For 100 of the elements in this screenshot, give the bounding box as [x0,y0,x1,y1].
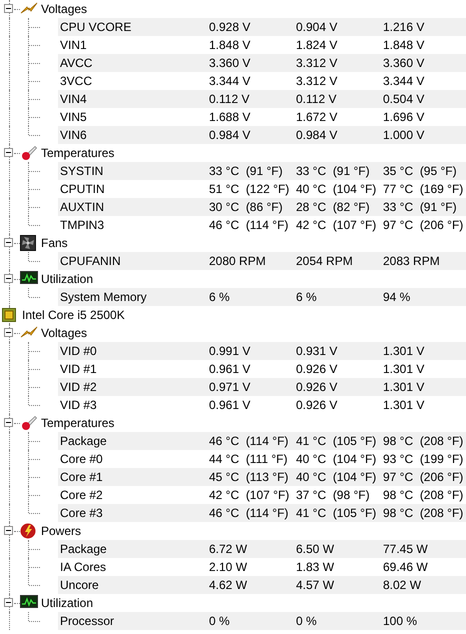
group-label[interactable]: Voltages [41,0,88,18]
group-label[interactable]: Utilization [41,594,94,612]
sensor-min: 1.824 V [296,37,338,54]
sensor-max: 100 % [383,612,466,630]
sensor-min: 0.926 V [296,378,383,396]
group-label[interactable]: Temperatures [41,414,114,432]
sensor-max: 94 % [383,288,466,306]
sensor-name: SYSTIN [58,162,209,180]
sensor-min: 41 °C (105 °F) [296,432,383,450]
sensor-name: Processor [58,612,209,630]
sensor-value: 0.991 V [209,342,296,360]
sensor-name: CPUTIN [59,181,106,198]
sensor-name: CPUFANIN [58,252,209,270]
sensor-max: 77.45 W [383,540,466,558]
sensor-min: 0.112 V [296,90,383,108]
sensor-value: 3.360 V [209,54,296,72]
sensor-name: VIN4 [58,90,209,108]
sensor-max: 33 °C (91 °F) [383,198,466,216]
sensor-max: 98 °C (208 °F) [383,504,466,522]
sensor-max: 93 °C (199 °F) [383,451,464,468]
sensor-min: 3.312 V [296,73,338,90]
sensor-name: VIN5 [59,109,88,126]
lightning-icon [20,1,38,15]
sensor-max: 77 °C (169 °F) [383,181,464,198]
collapse-toggle[interactable] [4,526,13,535]
group-label[interactable]: Fans [41,234,68,252]
sensor-name: AVCC [58,54,209,72]
sensor-max: 1.848 V [383,37,426,54]
sensor-name: VIN6 [58,126,209,144]
sensor-name: VID #0 [58,342,209,360]
sensor-max: 1.216 V [383,18,466,36]
sensor-name: Core #1 [58,468,209,486]
sensor-max: 1.000 V [383,126,466,144]
sensor-name: Core #2 [59,487,104,504]
sensor-name: VID #3 [59,397,98,414]
sensor-min: 0.926 V [296,397,338,414]
sensor-max: 97 °C (206 °F) [383,468,466,486]
sensor-max: 98 °C (208 °F) [383,487,464,504]
sensor-max: 98 °C (208 °F) [383,432,466,450]
collapse-toggle[interactable] [4,328,13,337]
group-label[interactable]: Utilization [41,270,94,288]
sensor-name: System Memory [58,288,209,306]
sensor-min: 0.984 V [296,126,383,144]
sensor-value: 44 °C (111 °F) [209,451,289,468]
collapse-toggle[interactable] [4,238,13,247]
sensor-name: VID #1 [59,361,98,378]
collapse-toggle[interactable] [4,598,13,607]
sensor-value: 6.72 W [209,540,296,558]
power-icon [20,523,36,539]
sensor-value: 33 °C (91 °F) [209,162,296,180]
sensor-max: 69.46 W [383,559,429,576]
group-label[interactable]: Powers [41,522,82,540]
group-label[interactable]: Temperatures [41,144,114,162]
sensor-name: 3VCC [59,73,94,90]
thermometer-icon [20,145,38,161]
sensor-min: 33 °C (91 °F) [296,162,383,180]
sensor-min: 40 °C (104 °F) [296,181,378,198]
sensor-min: 28 °C (82 °F) [296,198,383,216]
sensor-name: CPU VCORE [58,18,209,36]
sensor-name: VIN1 [59,37,88,54]
collapse-toggle[interactable] [4,4,13,13]
sensor-name: IA Cores [59,559,108,576]
sensor-value: 46 °C (114 °F) [209,217,290,234]
sensor-value: 3.344 V [209,73,252,90]
sensor-value: 42 °C (107 °F) [209,487,290,504]
collapse-toggle[interactable] [4,274,13,283]
sensor-max: 1.301 V [383,361,426,378]
activity-monitor-icon [20,271,38,284]
sensor-min: 42 °C (107 °F) [296,217,378,234]
sensor-name: Uncore [58,576,209,594]
sensor-max: 1.301 V [383,397,426,414]
sensor-max: 97 °C (206 °F) [383,217,464,234]
collapse-toggle[interactable] [4,418,13,427]
sensor-name: Package [58,432,209,450]
group-label[interactable]: Voltages [41,324,88,342]
sensor-value: 1.688 V [209,109,252,126]
sensor-value: 0.971 V [209,378,296,396]
sensor-value: 1.848 V [209,37,252,54]
sensor-value: 0.984 V [209,126,296,144]
sensor-min: 1.672 V [296,109,338,126]
sensor-name: Core #3 [58,504,209,522]
sensor-value: 30 °C (86 °F) [209,198,296,216]
sensor-max: 35 °C (95 °F) [383,162,466,180]
sensor-value: 0.961 V [209,361,252,378]
sensor-min: 40 °C (104 °F) [296,468,383,486]
sensor-value: 4.62 W [209,576,296,594]
sensor-value: 0.928 V [209,18,296,36]
sensor-max: 0.504 V [383,90,466,108]
sensor-min: 6.50 W [296,540,383,558]
sensor-value: 2080 RPM [209,252,296,270]
sensor-value: 0 % [209,612,296,630]
sensor-name: AUXTIN [58,198,209,216]
device-name[interactable]: Intel Core i5 2500K [22,306,125,324]
collapse-toggle[interactable] [4,148,13,157]
sensor-max: 3.360 V [383,54,466,72]
sensor-min: 4.57 W [296,576,383,594]
thermometer-icon [20,415,38,431]
sensor-max: 1.696 V [383,109,426,126]
sensor-max: 1.301 V [383,378,466,396]
sensor-name: VID #2 [58,378,209,396]
